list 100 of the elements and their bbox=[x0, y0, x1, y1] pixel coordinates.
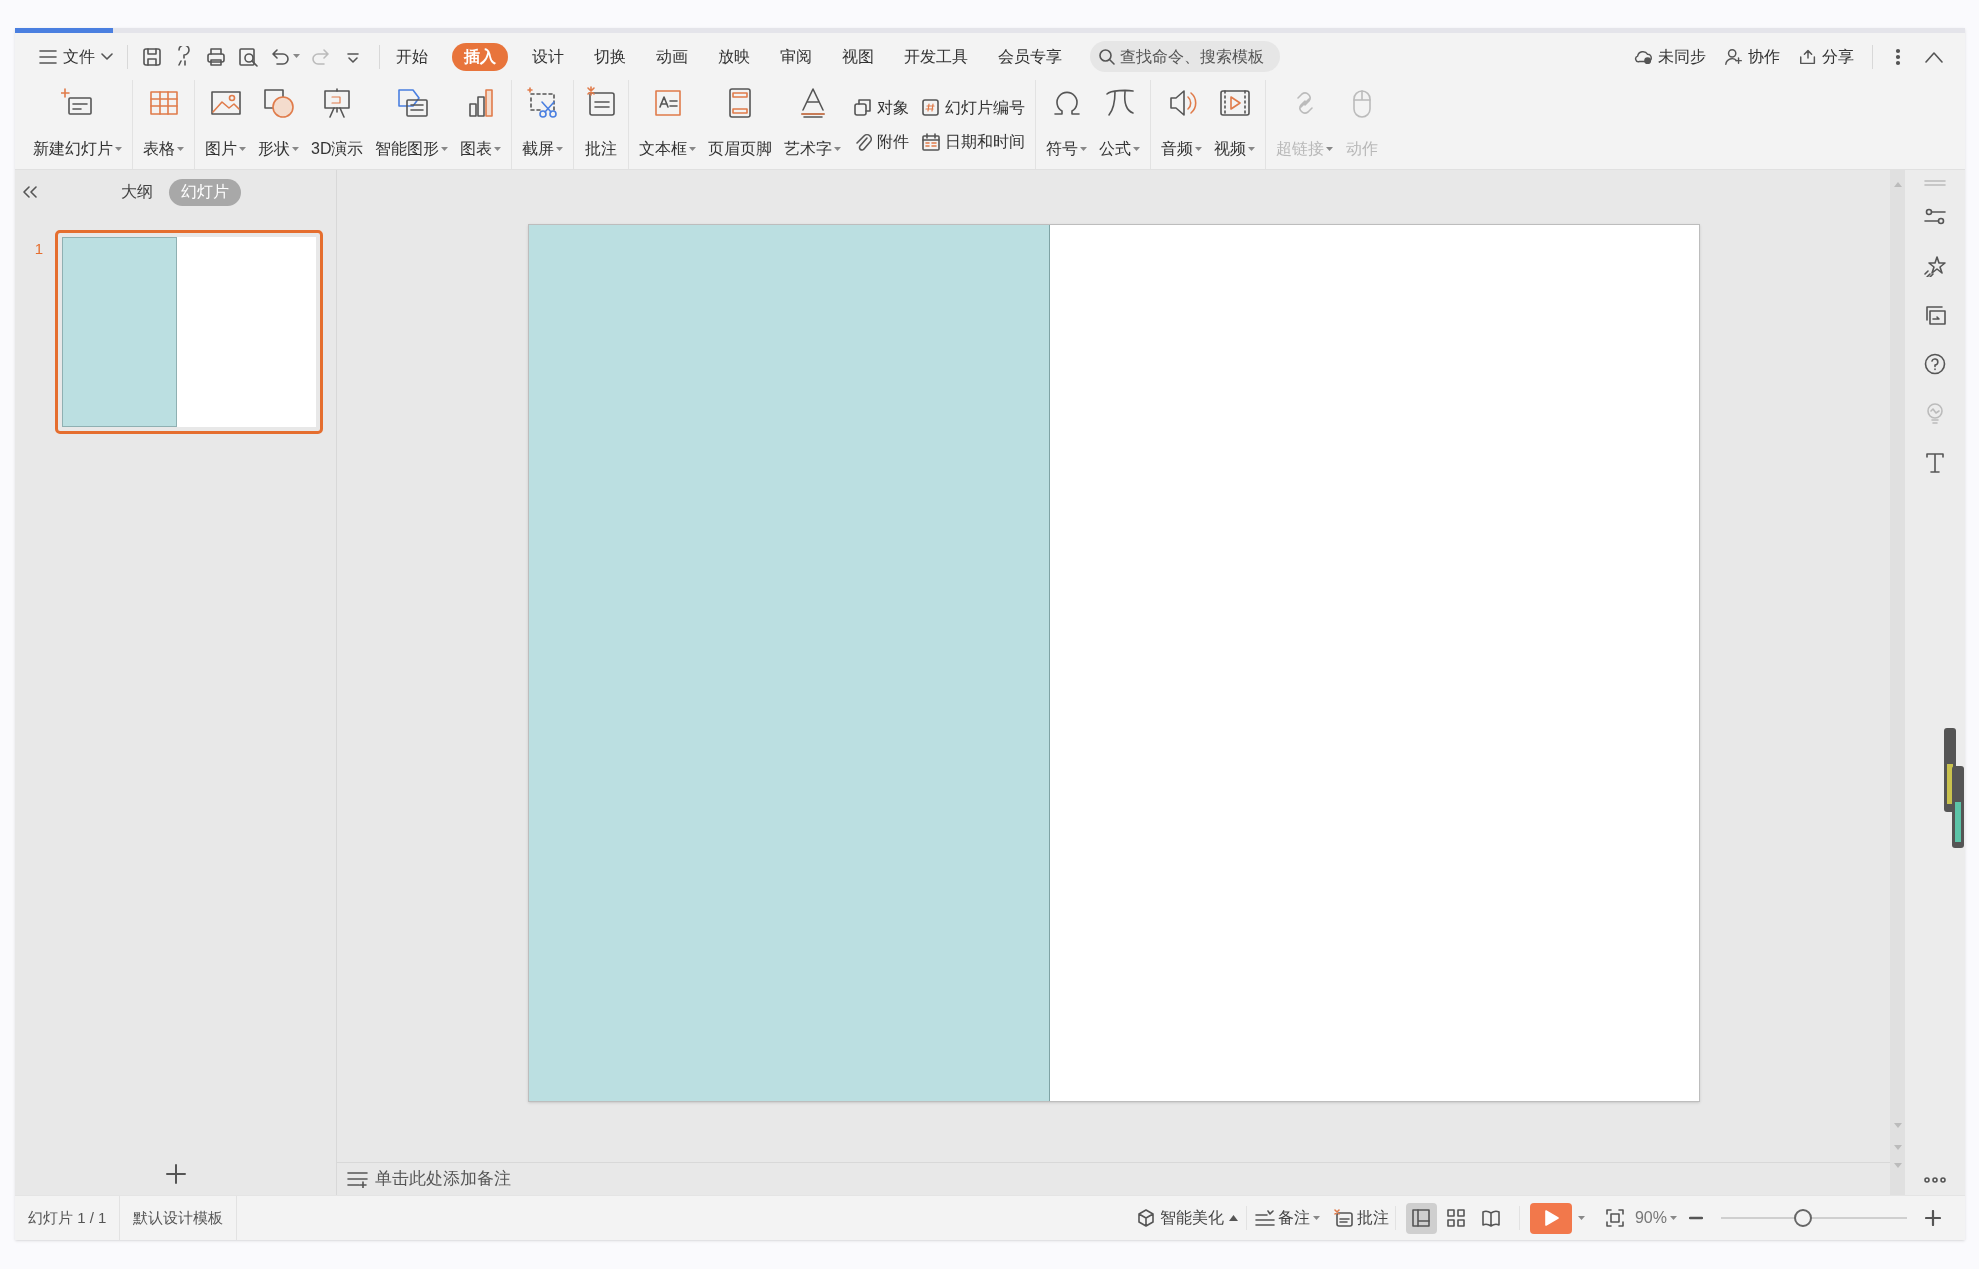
screenshot-icon bbox=[525, 86, 560, 120]
collapse-panel-icon[interactable] bbox=[23, 186, 37, 198]
calendar-icon bbox=[921, 131, 942, 152]
search-icon bbox=[1098, 47, 1116, 66]
notes-button[interactable]: 备注 bbox=[1246, 1206, 1328, 1230]
chevron-down-icon bbox=[101, 52, 113, 61]
fit-window-icon[interactable] bbox=[1604, 1208, 1625, 1228]
ribbon-tab[interactable]: 开发工具 bbox=[898, 42, 974, 71]
star-icon[interactable] bbox=[1924, 255, 1946, 277]
file-menu-button[interactable]: 文件 bbox=[33, 41, 119, 72]
more-icon[interactable] bbox=[1924, 1177, 1946, 1183]
caret-icon bbox=[1312, 1215, 1320, 1221]
ribbon-button[interactable]: 附件 bbox=[853, 128, 910, 155]
ribbon-tab[interactable]: 视图 bbox=[836, 42, 880, 71]
slideshow-button[interactable] bbox=[1529, 1202, 1572, 1234]
add-slide-icon[interactable] bbox=[164, 1163, 187, 1185]
status-text: 幻灯片 1 / 1 bbox=[15, 1196, 121, 1240]
caret-icon bbox=[1670, 1215, 1677, 1221]
save-icon[interactable] bbox=[141, 45, 163, 68]
search-field[interactable]: 查找命令、搜索模板 bbox=[1090, 41, 1280, 72]
slide-thumbnail[interactable] bbox=[55, 230, 323, 434]
ribbon-button[interactable]: 幻灯片编号 bbox=[921, 94, 1026, 121]
object-icon bbox=[853, 97, 874, 118]
ribbon-button[interactable]: 图片 bbox=[201, 80, 250, 169]
ribbon-button[interactable]: 音频 bbox=[1157, 80, 1207, 169]
caret-icon bbox=[1248, 146, 1256, 152]
normal-view-icon bbox=[1411, 1208, 1432, 1228]
comments-button[interactable]: 批注 bbox=[1327, 1206, 1396, 1230]
ribbon-button[interactable]: 3D演示 bbox=[307, 80, 368, 169]
caret-icon bbox=[441, 146, 449, 152]
ribbon-tab[interactable]: 设计 bbox=[526, 42, 570, 71]
toolbar-button[interactable]: 协作 bbox=[1718, 41, 1786, 72]
caret-icon bbox=[293, 54, 300, 59]
ribbon-tab[interactable]: 切换 bbox=[588, 42, 632, 71]
panel-tab[interactable]: 大纲 bbox=[113, 178, 161, 206]
notes-field[interactable]: 单击此处添加备注 bbox=[343, 1165, 515, 1193]
print-icon[interactable] bbox=[205, 45, 227, 68]
add-person-icon bbox=[1724, 46, 1744, 67]
ribbon-button[interactable]: 公式 bbox=[1095, 80, 1145, 169]
grip-icon[interactable] bbox=[1924, 180, 1946, 186]
status-text: 默认设计模板 bbox=[120, 1196, 238, 1240]
ribbon-tab[interactable]: 审阅 bbox=[774, 42, 818, 71]
shape-icon bbox=[261, 86, 296, 120]
print-preview-icon[interactable] bbox=[237, 45, 259, 68]
ribbon-button[interactable]: 截屏 bbox=[518, 80, 568, 169]
caret-icon bbox=[292, 146, 299, 152]
caret-icon bbox=[177, 146, 184, 152]
caret-icon bbox=[556, 146, 564, 152]
view-button[interactable] bbox=[1405, 1202, 1437, 1234]
comment-icon bbox=[1333, 1209, 1354, 1227]
ribbon-tab[interactable]: 会员专享 bbox=[992, 42, 1068, 71]
text-icon[interactable] bbox=[1924, 451, 1946, 473]
caret-icon bbox=[1195, 146, 1203, 152]
menu-icon bbox=[39, 49, 57, 64]
caret-icon[interactable] bbox=[1577, 1215, 1585, 1221]
slider-thumb[interactable] bbox=[1793, 1209, 1812, 1227]
beautify-button[interactable]: 智能美化 bbox=[1128, 1206, 1247, 1230]
ribbon-button[interactable]: 日期和时间 bbox=[921, 128, 1026, 155]
zoom-in-icon[interactable] bbox=[1925, 1210, 1941, 1226]
ribbon-button[interactable]: 文本框 bbox=[635, 80, 701, 169]
ribbon-tab[interactable]: 开始 bbox=[390, 42, 434, 71]
help-icon[interactable] bbox=[1924, 353, 1946, 375]
ribbon-button[interactable]: 对象 bbox=[853, 94, 910, 121]
ribbon-tab[interactable]: 动画 bbox=[650, 42, 694, 71]
caret-icon bbox=[239, 146, 246, 152]
caret-icon bbox=[1080, 146, 1088, 152]
ribbon-button[interactable]: 艺术字 bbox=[780, 80, 846, 169]
ribbon-button[interactable]: 视频 bbox=[1210, 80, 1260, 169]
caret-icon bbox=[1133, 146, 1141, 152]
caret-icon bbox=[115, 146, 122, 152]
ribbon-button[interactable]: 新建幻灯片 bbox=[29, 80, 126, 169]
slide-number-icon bbox=[921, 97, 942, 118]
caret-icon bbox=[1326, 146, 1334, 152]
ribbon-tab[interactable]: 放映 bbox=[712, 42, 756, 71]
grid-view-icon bbox=[1446, 1208, 1467, 1228]
caret-icon bbox=[834, 146, 842, 152]
toolbar-button[interactable]: 分享 bbox=[1792, 41, 1860, 72]
slide-number: 1 bbox=[33, 239, 44, 259]
notes-lines-icon bbox=[1254, 1210, 1275, 1226]
cube-icon bbox=[1136, 1209, 1155, 1227]
notes-icon bbox=[347, 1170, 369, 1188]
toolbar-button[interactable]: 未同步 bbox=[1628, 41, 1712, 72]
ribbon-button[interactable]: 智能图形 bbox=[371, 80, 453, 169]
zoom-dropdown[interactable]: 90% bbox=[1634, 1206, 1677, 1230]
slides-icon[interactable] bbox=[1924, 304, 1946, 326]
ribbon-button[interactable]: 表格 bbox=[139, 80, 188, 169]
zoom-out-icon[interactable] bbox=[1689, 1216, 1703, 1220]
ribbon-button[interactable]: 批注 bbox=[580, 80, 623, 169]
ribbon-button[interactable]: 页眉页脚 bbox=[704, 80, 777, 169]
ribbon-button[interactable]: 符号 bbox=[1042, 80, 1092, 169]
meter-widget-icon bbox=[1943, 728, 1965, 848]
paperclip-icon bbox=[853, 131, 874, 152]
caret-icon bbox=[494, 146, 502, 152]
ribbon-button[interactable]: 图表 bbox=[456, 80, 506, 169]
more-icon[interactable] bbox=[1895, 47, 1901, 66]
collapse-ribbon-icon[interactable] bbox=[1925, 50, 1943, 63]
caret-icon bbox=[689, 146, 697, 152]
caret-up-icon bbox=[1228, 1215, 1238, 1221]
book-icon bbox=[1481, 1208, 1502, 1228]
ribbon-button[interactable]: 形状 bbox=[254, 80, 303, 169]
